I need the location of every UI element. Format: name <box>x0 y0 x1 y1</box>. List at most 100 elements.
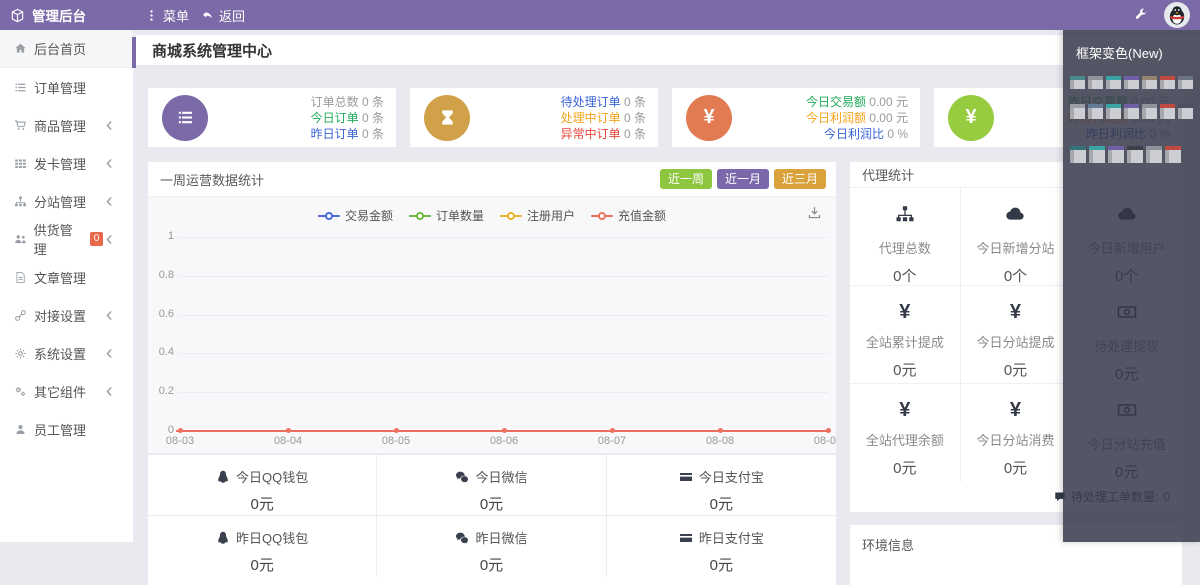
payment-label: 今日QQ钱包 <box>236 470 309 485</box>
integration-icon <box>14 309 34 322</box>
theme-swatch-sidebar <box>1088 108 1092 119</box>
theme-swatch[interactable] <box>1142 76 1157 89</box>
stat-cards-row: 订单总数 0 条今日订单 0 条昨日订单 0 条待处理订单 0 条处理中订单 0… <box>148 88 1182 147</box>
payment-value: 0元 <box>250 557 274 574</box>
theme-swatch[interactable] <box>1088 104 1103 119</box>
legend-marker <box>317 211 340 221</box>
theme-swatch[interactable] <box>1146 146 1162 163</box>
legend-item[interactable]: 充值金额 <box>591 207 666 224</box>
agent-cell: ¥ 全站累计提成 0元 <box>850 286 961 384</box>
theme-swatch[interactable] <box>1088 76 1103 89</box>
payment-cell: 昨日微信 0元 <box>377 516 607 577</box>
payment-label: 今日支付宝 <box>698 470 764 485</box>
theme-swatch[interactable] <box>1178 104 1193 119</box>
stat-label: 今日利润比 <box>823 126 884 141</box>
range-button[interactable]: 近三月 <box>773 168 826 190</box>
legend-item[interactable]: 交易金额 <box>317 207 393 224</box>
wrench-icon[interactable] <box>1134 8 1148 22</box>
range-buttons: 近一周 近一月 近三月 <box>659 168 826 190</box>
theme-swatch[interactable] <box>1070 76 1085 89</box>
topbar-right <box>1134 2 1200 28</box>
range-button[interactable]: 近一周 <box>659 168 712 190</box>
menu-button[interactable]: 菜单 <box>145 6 189 25</box>
payment-cell: 昨日支付宝 0元 <box>607 516 836 577</box>
theme-swatch[interactable] <box>1106 104 1121 119</box>
sidebar-item-home[interactable]: 后台首页 <box>0 30 133 68</box>
legend-ring <box>324 211 333 220</box>
theme-swatch-row <box>1070 76 1193 89</box>
payment-value: 0元 <box>250 496 274 513</box>
theme-swatch[interactable] <box>1165 146 1181 163</box>
payment-value: 0元 <box>709 557 733 574</box>
payment-cell: 今日微信 0元 <box>377 455 607 516</box>
stat-row: 今日利润额 0.00 元 <box>806 110 908 126</box>
chevron-left-icon <box>103 119 123 132</box>
cloud-icon <box>1005 203 1025 225</box>
top-bar: 管理后台 菜单 返回 <box>0 0 1200 30</box>
y-axis-label: 0.2 <box>158 385 174 398</box>
legend-item[interactable]: 注册用户 <box>500 207 575 224</box>
stat-label: 昨日订单 <box>310 126 359 141</box>
legend-marker <box>591 211 614 221</box>
theme-swatch[interactable] <box>1070 104 1085 119</box>
chart-area: 交易金额 订单数量 注册用户 充值金额 1 0.8 0.6 0.4 0.2 0 08-03 08-0… <box>148 197 836 453</box>
sidebar-scrollbar-thumb[interactable] <box>132 37 136 68</box>
agent-cell-value: 0元 <box>1003 362 1028 379</box>
theme-swatch[interactable] <box>1089 146 1105 163</box>
legend-marker <box>408 211 431 221</box>
sidebar-item-articles[interactable]: 文章管理 <box>0 258 133 296</box>
theme-swatch[interactable] <box>1142 104 1157 119</box>
download-icon[interactable] <box>807 205 822 220</box>
theme-swatch[interactable] <box>1127 146 1143 163</box>
app-title: 管理后台 <box>32 9 86 24</box>
agent-cell-value: 0元 <box>1003 460 1028 477</box>
range-button[interactable]: 近一月 <box>716 168 769 190</box>
sidebar-item-supply[interactable]: 供货管理 0 <box>0 220 133 258</box>
theme-swatch-sidebar <box>1106 108 1110 119</box>
theme-swatch-sidebar <box>1178 108 1182 119</box>
sidebar-item-components[interactable]: 其它组件 <box>0 372 133 410</box>
theme-swatch[interactable] <box>1178 76 1193 89</box>
theme-swatch-sidebar <box>1124 80 1128 89</box>
sidebar-item-label: 分站管理 <box>34 194 87 210</box>
sidebar-item-staff[interactable]: 员工管理 <box>0 410 133 448</box>
back-button[interactable]: 返回 <box>201 6 245 25</box>
sitemap-icon <box>895 203 915 225</box>
y-axis-label: 0.8 <box>158 268 174 281</box>
sidebar-item-label: 其它组件 <box>34 384 87 400</box>
theme-swatch[interactable] <box>1124 76 1139 89</box>
agent-cell-value: 0元 <box>893 362 917 379</box>
payments-grid: 今日QQ钱包 0元 今日微信 0元 今日支付宝 0元 昨日QQ钱包 0元 昨日微信 0元 昨日支付宝… <box>148 455 836 577</box>
chart-legend: 交易金额 订单数量 注册用户 充值金额 <box>148 207 836 224</box>
sidebar-item-label: 对接设置 <box>34 308 87 324</box>
sidebar-item-integration[interactable]: 对接设置 <box>0 296 133 334</box>
theme-swatch[interactable] <box>1160 76 1175 89</box>
stat-label: 处理中订单 <box>560 110 621 125</box>
legend-label: 充值金额 <box>618 209 667 223</box>
sidebar-item-products[interactable]: 商品管理 <box>0 106 133 144</box>
agent-cell: ¥ 全站代理余额 0元 <box>850 384 961 482</box>
weekly-stats-panel: 一周运营数据统计 近一周 近一月 近三月 交易金额 订单数量 注册用户 充值金额 1 0.8… <box>148 162 836 453</box>
stat-row: 处理中订单 0 条 <box>561 110 646 126</box>
avatar[interactable] <box>1164 2 1190 28</box>
theme-swatch[interactable] <box>1160 104 1175 119</box>
stat-value: 0 条 <box>620 94 646 109</box>
environment-title: 环境信息 <box>862 538 915 553</box>
sidebar-item-substations[interactable]: 分站管理 <box>0 182 133 220</box>
yuan-symbol-icon: ¥ <box>899 399 911 421</box>
sidebar-item-system[interactable]: 系统设置 <box>0 334 133 372</box>
theme-swatch[interactable] <box>1108 146 1124 163</box>
legend-ring <box>415 211 424 220</box>
theme-swatch[interactable] <box>1106 76 1121 89</box>
stat-value: 0.00 元 <box>865 94 908 109</box>
payment-value: 0元 <box>709 496 733 513</box>
back-icon <box>201 9 214 22</box>
theme-swatch[interactable] <box>1070 146 1086 163</box>
sidebar-item-orders[interactable]: 订单管理 <box>0 68 133 106</box>
stat-row: 异常中订单 0 条 <box>561 126 646 142</box>
sidebar-item-cards[interactable]: 发卡管理 <box>0 144 133 182</box>
legend-item[interactable]: 订单数量 <box>408 207 484 224</box>
stat-row: 订单总数 0 条 <box>311 94 384 110</box>
theme-swatch[interactable] <box>1124 104 1139 119</box>
stat-value: 0.00 元 <box>865 110 908 125</box>
